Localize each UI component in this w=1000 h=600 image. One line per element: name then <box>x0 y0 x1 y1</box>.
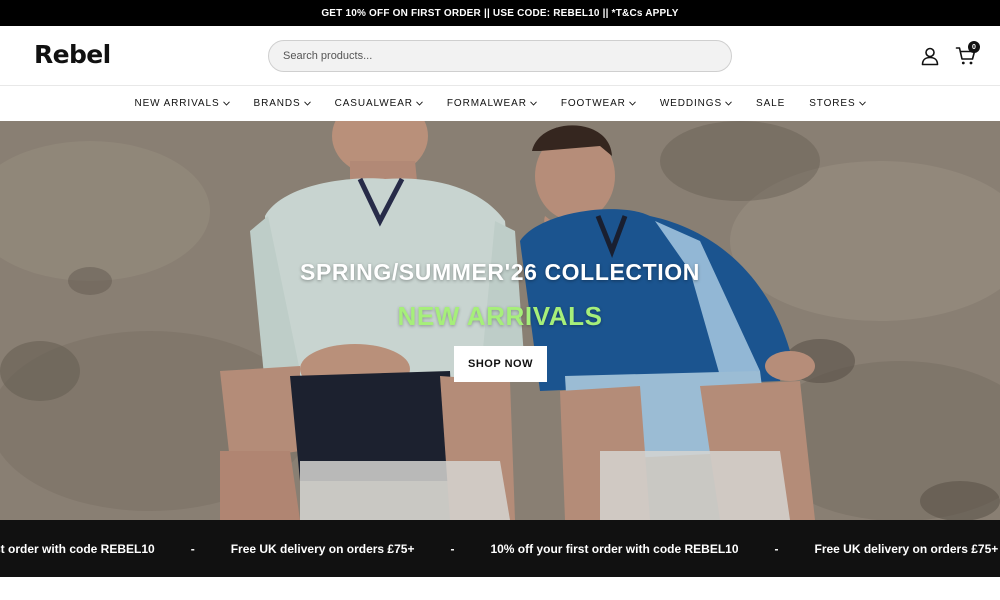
chevron-down-icon <box>858 101 866 106</box>
hero-banner[interactable]: SPRING/SUMMER'26 COLLECTION NEW ARRIVALS… <box>0 121 1000 520</box>
chevron-down-icon <box>628 101 636 106</box>
nav-item-new-arrivals[interactable]: NEW ARRIVALS <box>134 98 230 109</box>
nav-item-formalwear[interactable]: FORMALWEAR <box>447 98 537 109</box>
search-input[interactable] <box>283 50 717 62</box>
site-logo[interactable]: Rebel <box>34 40 111 69</box>
ticker-separator: - <box>190 541 195 556</box>
nav-item-footwear[interactable]: FOOTWEAR <box>561 98 636 109</box>
nav-item-label: FOOTWEAR <box>560 98 626 109</box>
nav-item-brands[interactable]: BRANDS <box>254 98 311 109</box>
ticker-track: first order with code REBEL10 - Free UK … <box>0 520 1000 577</box>
ticker-message: first order with code REBEL10 <box>0 541 155 556</box>
main-nav: NEW ARRIVALS BRANDS CASUALWEAR FORMALWEA… <box>0 86 1000 121</box>
nav-item-label: WEDDINGS <box>659 98 723 109</box>
hero-subtitle: NEW ARRIVALS <box>397 301 603 331</box>
ticker-message: Free UK delivery on orders £75+ <box>814 541 999 556</box>
cart-count-badge: 0 <box>968 41 980 53</box>
chevron-down-icon <box>725 101 732 106</box>
nav-item-casualwear[interactable]: CASUALWEAR <box>335 98 423 109</box>
chevron-down-icon <box>222 101 230 106</box>
announcement-text: GET 10% OFF ON FIRST ORDER || USE CODE: … <box>321 7 679 19</box>
chevron-down-icon <box>416 101 423 106</box>
nav-item-sale[interactable]: SALE <box>756 98 785 109</box>
nav-item-label: FORMALWEAR <box>446 98 527 109</box>
search-bar[interactable] <box>268 40 732 72</box>
ticker-separator: - <box>450 541 455 556</box>
nav-item-weddings[interactable]: WEDDINGS <box>660 98 732 109</box>
nav-item-label: SALE <box>756 98 786 109</box>
account-button[interactable] <box>920 46 940 66</box>
ticker-message: 10% off your first order with code REBEL… <box>490 541 739 556</box>
chevron-down-icon <box>303 101 311 106</box>
cart-button[interactable]: 0 <box>955 41 980 67</box>
nav-item-label: CASUALWEAR <box>334 98 413 109</box>
ticker-message: Free UK delivery on orders £75+ <box>230 541 415 556</box>
hero-title: SPRING/SUMMER'26 COLLECTION <box>300 259 700 285</box>
site-header: Rebel 0 <box>0 26 1000 86</box>
nav-item-label: STORES <box>809 98 856 109</box>
nav-item-stores[interactable]: STORES <box>809 98 866 109</box>
announcement-bar: GET 10% OFF ON FIRST ORDER || USE CODE: … <box>0 0 1000 26</box>
user-icon <box>921 47 939 66</box>
nav-item-label: BRANDS <box>253 98 301 109</box>
ticker-separator: - <box>774 541 779 556</box>
nav-item-label: NEW ARRIVALS <box>134 98 220 109</box>
chevron-down-icon <box>529 101 537 106</box>
shop-now-button[interactable]: SHOP NOW <box>454 346 547 382</box>
promo-ticker: first order with code REBEL10 - Free UK … <box>0 520 1000 577</box>
